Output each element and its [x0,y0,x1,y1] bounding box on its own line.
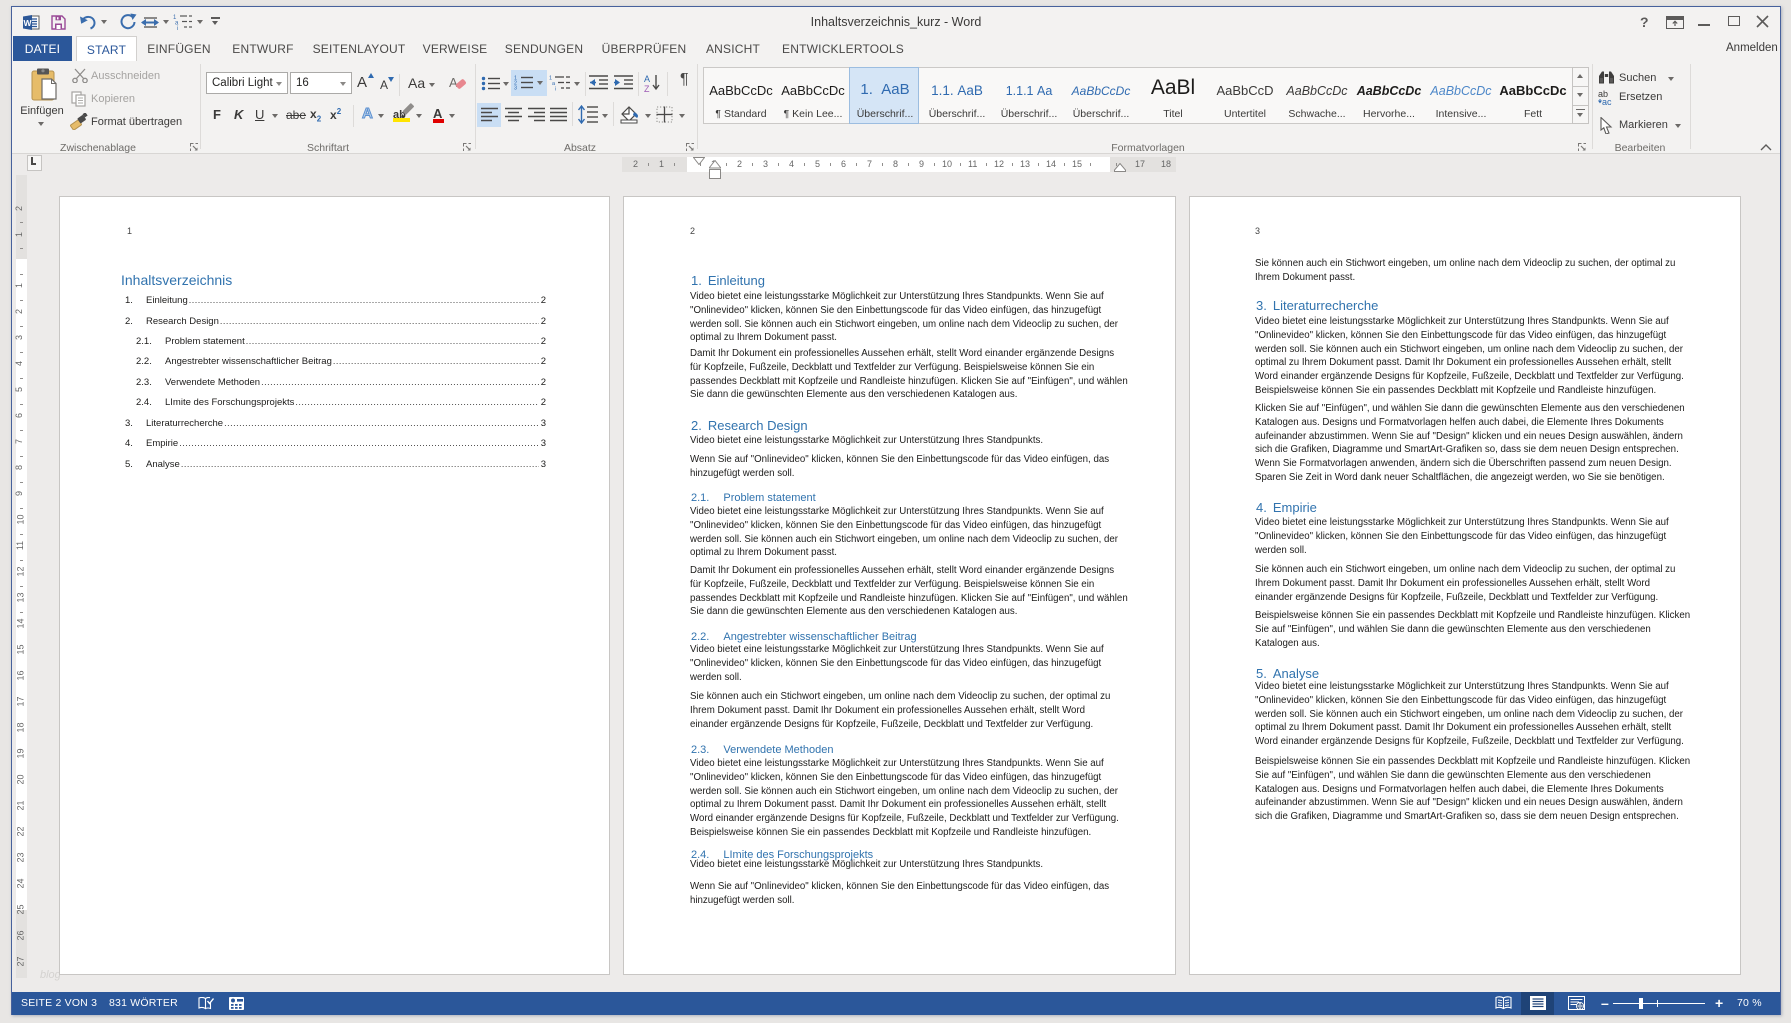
svg-text:ac: ac [1602,97,1612,106]
svg-text:Z: Z [644,84,650,93]
svg-text:i: i [555,87,556,92]
svg-text:3: 3 [514,86,517,91]
svg-text:A: A [644,74,650,84]
svg-text:A: A [449,75,458,90]
svg-text:W: W [23,18,32,28]
svg-text:i: i [177,26,178,30]
